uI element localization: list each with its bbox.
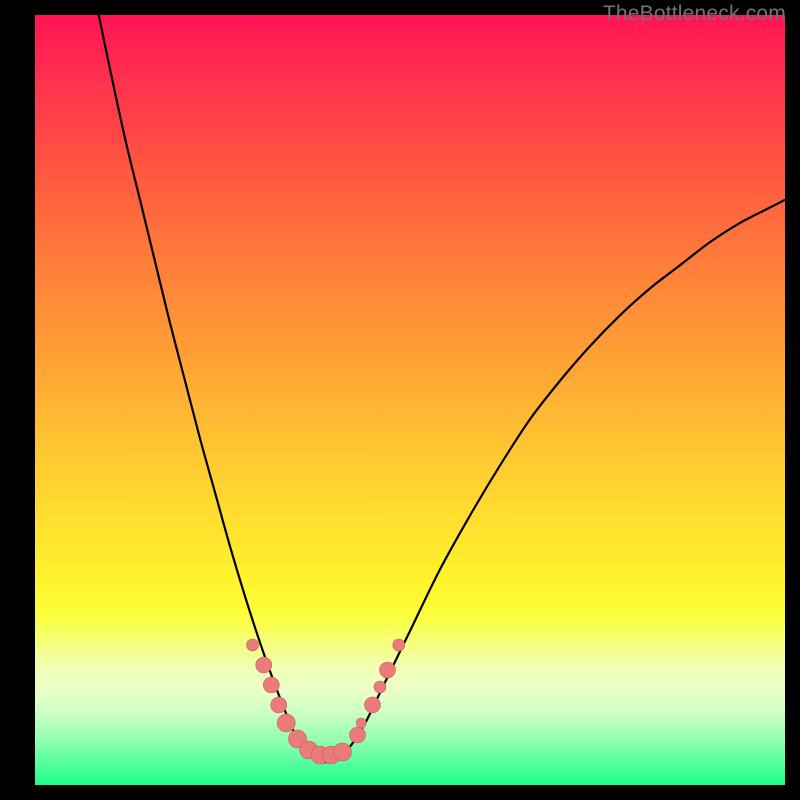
plot-area bbox=[35, 15, 785, 785]
data-marker bbox=[350, 727, 366, 743]
data-marker bbox=[380, 662, 396, 678]
data-marker bbox=[365, 697, 381, 713]
marker-group bbox=[247, 639, 405, 764]
data-marker bbox=[334, 743, 352, 761]
chart-svg bbox=[35, 15, 785, 785]
watermark-label: TheBottleneck.com bbox=[603, 2, 786, 26]
data-marker bbox=[263, 677, 279, 693]
data-marker bbox=[374, 681, 386, 693]
data-marker bbox=[393, 639, 405, 651]
data-marker bbox=[271, 697, 287, 713]
data-marker bbox=[277, 714, 295, 732]
data-marker bbox=[247, 639, 259, 651]
data-marker bbox=[256, 657, 272, 673]
bottleneck-curve bbox=[99, 15, 785, 762]
data-marker bbox=[356, 718, 366, 728]
chart-frame: TheBottleneck.com bbox=[0, 0, 800, 800]
